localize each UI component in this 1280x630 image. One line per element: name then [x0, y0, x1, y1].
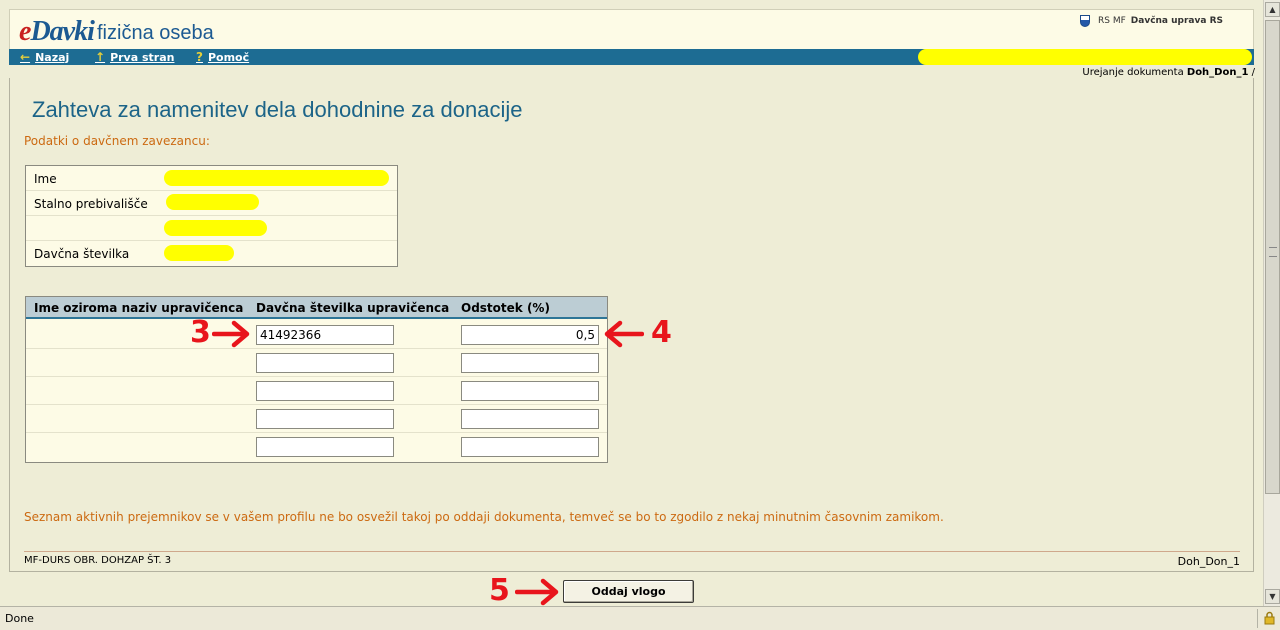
- status-text: Done: [5, 612, 34, 625]
- beneficiaries-table: Ime oziroma naziv upravičenca Davčna šte…: [25, 296, 608, 463]
- taxpayer-tax-number-label: Davčna številka: [34, 247, 130, 261]
- redacted-residence: [166, 194, 259, 210]
- beneficiary-percent-input-4[interactable]: [461, 409, 599, 429]
- logo-e: e: [19, 16, 31, 47]
- taxpayer-info-box: Ime Stalno prebivališče Davčna številka: [25, 165, 398, 267]
- app-subtitle: fizična oseba: [97, 22, 214, 44]
- table-row: [26, 433, 607, 461]
- annotation-arrow-right-icon: [515, 578, 559, 606]
- annotation-arrow-left-icon: [604, 320, 644, 348]
- table-row: [26, 405, 607, 433]
- app-header: eDavki fizična oseba RS MF Davčna uprava…: [9, 9, 1254, 49]
- submit-button[interactable]: Oddaj vlogo: [563, 580, 694, 603]
- taxpayer-row-name: Ime: [26, 166, 397, 191]
- beneficiary-tax-input-2[interactable]: [256, 353, 394, 373]
- beneficiary-tax-input-1[interactable]: [256, 325, 394, 345]
- slovenia-crest-icon: [1080, 15, 1090, 27]
- breadcrumb-prefix: Urejanje dokumenta: [1082, 67, 1184, 78]
- government-label: RS MF Davčna uprava RS: [1080, 15, 1223, 27]
- scroll-thumb[interactable]: [1265, 20, 1280, 494]
- scroll-up-arrow-icon[interactable]: ▲: [1265, 2, 1280, 17]
- taxpayer-residence-label: Stalno prebivališče: [34, 197, 148, 211]
- breadcrumb: Urejanje dokumenta Doh_Don_1 /: [1082, 67, 1255, 78]
- status-separator: [1257, 609, 1258, 628]
- redacted-name: [164, 170, 389, 186]
- redacted-tax-number: [164, 245, 234, 261]
- taxpayer-row-residence: Stalno prebivališče: [26, 191, 397, 216]
- gov-org: Davčna uprava RS: [1130, 16, 1223, 26]
- form-code: MF-DURS OBR. DOHZAP ŠT. 3: [24, 555, 172, 566]
- beneficiary-tax-input-5[interactable]: [256, 437, 394, 457]
- col-header-percent: Odstotek (%): [461, 301, 550, 315]
- table-row: [26, 377, 607, 405]
- beneficiary-tax-input-3[interactable]: [256, 381, 394, 401]
- annotation-4: 4: [651, 315, 672, 350]
- table-header: Ime oziroma naziv upravičenca Davčna šte…: [26, 297, 607, 319]
- scroll-down-arrow-icon[interactable]: ▼: [1265, 589, 1280, 604]
- document-id: Doh_Don_1: [1177, 555, 1240, 568]
- gov-prefix: RS MF: [1098, 16, 1126, 26]
- nav-home-label: Prva stran: [110, 50, 175, 64]
- question-icon: ?: [196, 50, 203, 64]
- breadcrumb-doc: Doh_Don_1: [1186, 67, 1249, 78]
- annotation-arrow-right-icon: [212, 320, 250, 348]
- taxpayer-name-label: Ime: [34, 172, 57, 186]
- beneficiary-percent-input-5[interactable]: [461, 437, 599, 457]
- col-header-tax: Davčna številka upravičenca: [256, 301, 450, 315]
- beneficiary-percent-input-2[interactable]: [461, 353, 599, 373]
- lock-icon: [1264, 611, 1275, 625]
- taxpayer-row-tax-number: Davčna številka: [26, 241, 397, 266]
- beneficiary-percent-input-3[interactable]: [461, 381, 599, 401]
- arrow-left-icon: ←: [20, 50, 31, 64]
- form-footer: MF-DURS OBR. DOHZAP ŠT. 3 Doh_Don_1: [24, 551, 1240, 569]
- logo-davki: Davki: [30, 16, 94, 47]
- nav-back-link[interactable]: ← Nazaj: [20, 50, 69, 64]
- nav-back-label: Nazaj: [35, 50, 70, 64]
- status-bar: Done: [0, 606, 1280, 630]
- arrow-up-icon: ↑: [95, 50, 106, 64]
- nav-help-link[interactable]: ? Pomoč: [196, 50, 249, 64]
- grip-icon: [1269, 247, 1277, 257]
- info-note: Seznam aktivnih prejemnikov se v vašem p…: [24, 510, 944, 524]
- breadcrumb-sep: /: [1251, 67, 1255, 78]
- vertical-scrollbar[interactable]: ▲ ▼: [1263, 0, 1280, 606]
- edavki-logo[interactable]: eDavki: [19, 16, 95, 47]
- page-title: Zahteva za namenitev dela dohodnine za d…: [32, 97, 523, 122]
- redacted-user-info: [918, 49, 1252, 65]
- beneficiary-percent-input-1[interactable]: [461, 325, 599, 345]
- nav-home-link[interactable]: ↑ Prva stran: [95, 50, 174, 64]
- redacted-address: [164, 220, 267, 236]
- nav-help-label: Pomoč: [207, 50, 250, 64]
- col-header-name: Ime oziroma naziv upravičenca: [34, 301, 244, 315]
- annotation-5: 5: [489, 573, 510, 608]
- table-row: [26, 349, 607, 377]
- annotation-3: 3: [190, 315, 211, 350]
- beneficiary-tax-input-4[interactable]: [256, 409, 394, 429]
- section-label: Podatki o davčnem zavezancu:: [24, 134, 210, 148]
- taxpayer-row-address: [26, 216, 397, 241]
- table-row: [26, 321, 607, 349]
